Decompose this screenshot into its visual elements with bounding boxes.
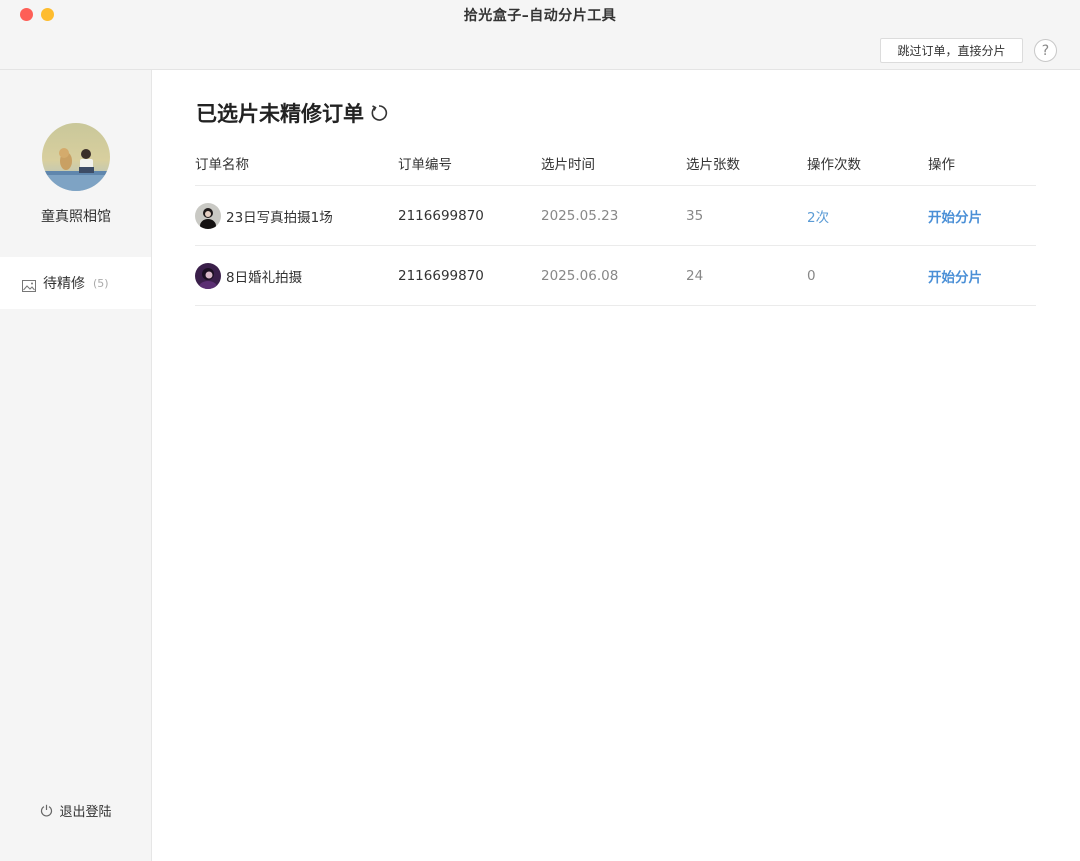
order-number: 2116699870: [398, 207, 484, 224]
table-header: 订单名称 订单编号 选片时间 选片张数 操作次数 操作: [195, 140, 1036, 186]
page-title: 已选片未精修订单: [196, 98, 389, 128]
title-bar: 拾光盒子–自动分片工具 跳过订单，直接分片 ?: [0, 0, 1080, 70]
table-row: 8日婚礼拍摄 2116699870 2025.06.08 24 0 开始分片: [195, 246, 1036, 306]
sidebar-item-pending-retouch[interactable]: 待精修 (5): [0, 257, 151, 309]
studio-name: 童真照相馆: [41, 209, 111, 225]
orders-table: 订单名称 订单编号 选片时间 选片张数 操作次数 操作 23日写真拍摄1场 21…: [195, 140, 1036, 306]
selection-count: 35: [686, 207, 704, 224]
order-name-cell: 23日写真拍摄1场: [195, 186, 333, 245]
logout-label: 退出登陆: [59, 805, 112, 820]
skip-order-button[interactable]: 跳过订单，直接分片: [880, 38, 1023, 63]
logout-button[interactable]: 退出登陆: [0, 801, 152, 820]
column-header: 订单名称: [195, 156, 249, 173]
client-avatar: [195, 262, 221, 289]
sidebar-item-count: (5): [93, 276, 109, 290]
column-header: 选片时间: [541, 156, 595, 173]
studio-avatar: [42, 123, 110, 191]
refresh-icon[interactable]: [369, 103, 389, 123]
sidebar-item-label: 待精修: [43, 276, 85, 292]
table-row: 23日写真拍摄1场 2116699870 2025.05.23 35 2次 开始…: [195, 186, 1036, 246]
start-split-button[interactable]: 开始分片: [928, 246, 982, 305]
selection-time: 2025.05.23: [541, 207, 619, 224]
window-title: 拾光盒子–自动分片工具: [463, 8, 617, 24]
selection-count: 24: [686, 267, 704, 284]
column-header: 订单编号: [398, 156, 452, 173]
order-name-cell: 8日婚礼拍摄: [195, 246, 302, 305]
order-name: 23日写真拍摄1场: [226, 209, 333, 226]
image-icon: [22, 277, 36, 292]
order-number: 2116699870: [398, 267, 484, 284]
app-window: 拾光盒子–自动分片工具 跳过订单，直接分片 ? 童真照相馆 待精修 (5) 退出…: [0, 0, 1080, 861]
help-button[interactable]: ?: [1034, 39, 1057, 62]
page-title-text: 已选片未精修订单: [196, 102, 364, 126]
column-header: 操作: [928, 156, 955, 173]
client-avatar: [195, 202, 221, 229]
operation-count-link[interactable]: 2次: [807, 186, 829, 245]
column-header: 操作次数: [807, 156, 861, 173]
operation-count: 0: [807, 267, 816, 284]
selection-time: 2025.06.08: [541, 267, 619, 284]
main-content: 已选片未精修订单 订单名称 订单编号 选片时间 选片张数 操作次数 操作 23日…: [152, 70, 1080, 861]
column-header: 选片张数: [686, 156, 740, 173]
sidebar: 童真照相馆 待精修 (5) 退出登陆: [0, 70, 152, 861]
power-icon: [40, 804, 53, 817]
start-split-button[interactable]: 开始分片: [928, 186, 982, 245]
order-name: 8日婚礼拍摄: [226, 269, 303, 286]
